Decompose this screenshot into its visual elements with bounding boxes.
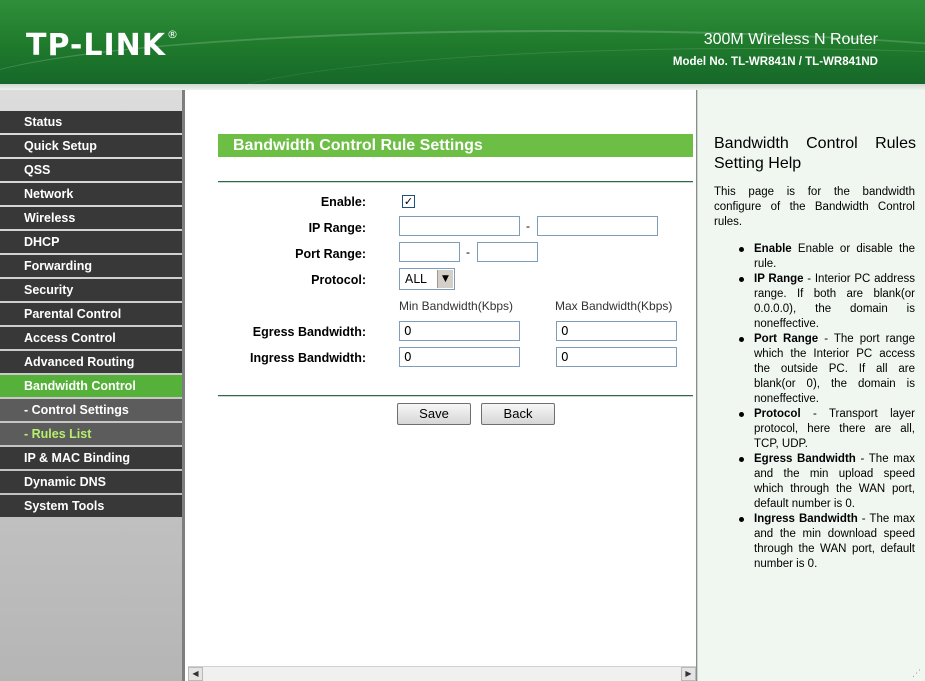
ingress-max-input[interactable]: [556, 347, 677, 367]
ingress-bandwidth-label: Ingress Bandwidth:: [250, 351, 366, 365]
sidebar-item-wireless[interactable]: Wireless: [0, 207, 182, 229]
sidebar-item-system-tools[interactable]: System Tools: [0, 495, 182, 517]
help-item-ip-range: IP Range - Interior PC address range. If…: [714, 272, 915, 332]
product-title: 300M Wireless N Router: [703, 31, 878, 48]
main-content: Bandwidth Control Rule Settings Enable: …: [188, 90, 697, 681]
port-range-end-input[interactable]: [477, 242, 538, 262]
port-range-start-input[interactable]: [399, 242, 460, 262]
back-button[interactable]: Back: [481, 403, 555, 425]
port-range-label: Port Range:: [295, 247, 366, 261]
help-list: Enable Enable or disable the rule. IP Ra…: [714, 242, 915, 572]
help-item-port-range: Port Range - The port range which the In…: [714, 332, 915, 407]
sidebar-subitem-rules-list[interactable]: - Rules List: [0, 423, 182, 445]
protocol-label: Protocol:: [311, 273, 366, 287]
ingress-min-input[interactable]: [399, 347, 520, 367]
sidebar-item-dynamic-dns[interactable]: Dynamic DNS: [0, 471, 182, 493]
egress-min-input[interactable]: [399, 321, 520, 341]
protocol-selected-value: ALL: [405, 272, 427, 286]
ip-range-end-input[interactable]: [537, 216, 658, 236]
sidebar-item-advanced-routing[interactable]: Advanced Routing: [0, 351, 182, 373]
sidebar-item-parental-control[interactable]: Parental Control: [0, 303, 182, 325]
help-term: Egress Bandwidth: [754, 453, 856, 465]
header-banner: TP-LINK® 300M Wireless N Router Model No…: [0, 0, 925, 84]
help-term: Protocol: [754, 408, 801, 420]
sidebar-menu: Status Quick Setup QSS Network Wireless …: [0, 111, 182, 519]
enable-label: Enable:: [320, 195, 366, 209]
help-term: IP Range: [754, 273, 804, 285]
sidebar-item-access-control[interactable]: Access Control: [0, 327, 182, 349]
ip-range-label: IP Range:: [308, 221, 366, 235]
egress-max-input[interactable]: [556, 321, 677, 341]
sidebar-item-network[interactable]: Network: [0, 183, 182, 205]
sidebar-item-bandwidth-control[interactable]: Bandwidth Control: [0, 375, 182, 397]
ip-range-separator: -: [526, 219, 530, 233]
brand-logo-text: TP-LINK: [26, 28, 167, 63]
help-term: Enable: [754, 243, 792, 255]
horizontal-scrollbar[interactable]: ◀ ▶: [188, 666, 696, 681]
help-panel: Bandwidth Control Rules Setting Help Thi…: [697, 90, 925, 681]
section-divider: [218, 395, 693, 397]
help-item-protocol: Protocol - Transport layer protocol, her…: [714, 407, 915, 452]
registered-mark: ®: [167, 28, 180, 41]
sidebar-item-security[interactable]: Security: [0, 279, 182, 301]
sidebar-item-quick-setup[interactable]: Quick Setup: [0, 135, 182, 157]
scroll-left-icon[interactable]: ◀: [188, 667, 203, 681]
max-bandwidth-header: Max Bandwidth(Kbps): [555, 299, 673, 313]
brand-logo: TP-LINK®: [26, 28, 179, 63]
resize-grip-icon[interactable]: ⋰: [912, 669, 922, 679]
sidebar-item-ip-mac-binding[interactable]: IP & MAC Binding: [0, 447, 182, 469]
help-item-enable: Enable Enable or disable the rule.: [714, 242, 915, 272]
page-title: Bandwidth Control Rule Settings: [218, 134, 693, 157]
help-term: Ingress Bandwidth: [754, 513, 858, 525]
help-title: Bandwidth Control Rules Setting Help: [714, 135, 916, 172]
sidebar-subitem-control-settings[interactable]: - Control Settings: [0, 399, 182, 421]
sidebar-item-qss[interactable]: QSS: [0, 159, 182, 181]
save-button[interactable]: Save: [397, 403, 471, 425]
help-item-egress: Egress Bandwidth - The max and the min u…: [714, 452, 915, 512]
model-number: Model No. TL-WR841N / TL-WR841ND: [672, 56, 878, 68]
min-bandwidth-header: Min Bandwidth(Kbps): [399, 299, 514, 313]
port-range-separator: -: [466, 245, 470, 259]
sidebar-item-status[interactable]: Status: [0, 111, 182, 133]
section-divider: [218, 181, 693, 183]
enable-checkbox[interactable]: ✓: [402, 195, 415, 208]
ip-range-start-input[interactable]: [399, 216, 520, 236]
egress-bandwidth-label: Egress Bandwidth:: [252, 325, 366, 339]
sidebar-item-dhcp[interactable]: DHCP: [0, 231, 182, 253]
dropdown-arrow-icon[interactable]: ▼: [437, 270, 453, 288]
sidebar: Status Quick Setup QSS Network Wireless …: [0, 90, 185, 681]
help-term: Port Range: [754, 333, 819, 345]
protocol-select[interactable]: ALL ▼: [399, 268, 455, 290]
help-item-ingress: Ingress Bandwidth - The max and the min …: [714, 512, 915, 572]
sidebar-item-forwarding[interactable]: Forwarding: [0, 255, 182, 277]
help-intro: This page is for the bandwidth configure…: [714, 186, 915, 228]
scroll-right-icon[interactable]: ▶: [681, 667, 696, 681]
